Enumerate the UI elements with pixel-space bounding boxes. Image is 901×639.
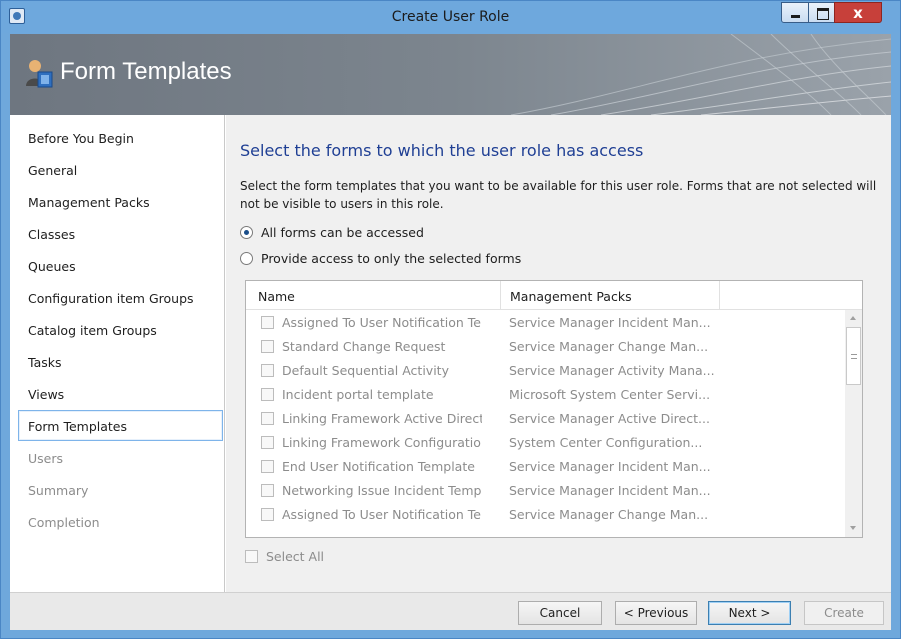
close-button[interactable]: x	[834, 2, 882, 23]
nav-item-queues[interactable]: Queues	[28, 259, 76, 274]
list-item: Networking Issue Incident Temp Service M…	[246, 480, 845, 502]
list-item: Default Sequential Activity Service Mana…	[246, 360, 845, 382]
radio-all-forms[interactable]: All forms can be accessed	[240, 225, 424, 240]
form-name: End User Notification Template	[282, 459, 475, 474]
wizard-nav: Before You Begin General Management Pack…	[10, 115, 225, 592]
scroll-down-arrow-icon[interactable]	[850, 526, 856, 530]
row-checkbox	[261, 316, 274, 329]
checkbox	[245, 550, 258, 563]
title-bar[interactable]: Create User Role x	[1, 1, 900, 33]
nav-item-configuration-item-groups[interactable]: Configuration item Groups	[28, 291, 194, 306]
list-header: Name Management Packs	[246, 281, 862, 310]
create-button: Create	[804, 601, 884, 625]
row-checkbox	[261, 436, 274, 449]
nav-item-completion: Completion	[28, 515, 100, 530]
user-role-icon	[26, 60, 53, 88]
management-pack: Service Manager Incident Man...	[509, 315, 711, 330]
column-header-management-packs[interactable]: Management Packs	[510, 289, 632, 304]
list-item: Incident portal template Microsoft Syste…	[246, 384, 845, 406]
create-user-role-window: Create User Role x Form Templates Before…	[0, 0, 901, 639]
row-checkbox	[261, 388, 274, 401]
management-pack: Service Manager Change Man...	[509, 339, 709, 354]
previous-button[interactable]: < Previous	[615, 601, 697, 625]
management-pack: Service Manager Activity Mana...	[509, 363, 715, 378]
header-decoration	[510, 34, 891, 115]
form-name: Standard Change Request	[282, 339, 446, 354]
radio-button[interactable]	[240, 252, 253, 265]
form-name: Linking Framework Configuratio	[282, 435, 481, 450]
vertical-scrollbar[interactable]	[845, 310, 862, 537]
radio-selected-forms-label: Provide access to only the selected form…	[261, 251, 522, 266]
select-all-checkbox: Select All	[245, 549, 324, 564]
nav-item-summary: Summary	[28, 483, 89, 498]
page-title: Form Templates	[60, 58, 232, 85]
next-button[interactable]: Next >	[708, 601, 791, 625]
nav-item-before-you-begin[interactable]: Before You Begin	[28, 131, 134, 146]
form-name: Networking Issue Incident Temp	[282, 483, 482, 498]
nav-item-catalog-item-groups[interactable]: Catalog item Groups	[28, 323, 157, 338]
maximize-button[interactable]	[808, 2, 835, 23]
nav-item-general[interactable]: General	[28, 163, 77, 178]
row-checkbox	[261, 460, 274, 473]
column-header-name[interactable]: Name	[258, 289, 295, 304]
page-header: Form Templates	[10, 34, 891, 115]
row-checkbox	[261, 412, 274, 425]
nav-item-form-templates[interactable]: Form Templates	[28, 419, 127, 434]
form-templates-page: Select the forms to which the user role …	[226, 115, 891, 592]
management-pack: Service Manager Change Man...	[509, 507, 709, 522]
close-icon: x	[853, 4, 863, 22]
row-checkbox	[261, 364, 274, 377]
list-item: Standard Change Request Service Manager …	[246, 336, 845, 358]
form-name: Default Sequential Activity	[282, 363, 449, 378]
nav-item-users: Users	[28, 451, 64, 466]
scroll-up-arrow-icon[interactable]	[850, 316, 856, 320]
management-pack: Service Manager Incident Man...	[509, 483, 711, 498]
wizard-footer: Cancel < Previous Next > Create	[10, 592, 891, 630]
radio-all-forms-label: All forms can be accessed	[261, 225, 424, 240]
management-pack: System Center Configuration...	[509, 435, 703, 450]
select-all-label: Select All	[266, 549, 325, 564]
form-templates-list: Name Management Packs Assigned To User N…	[245, 280, 863, 538]
nav-item-classes[interactable]: Classes	[28, 227, 75, 242]
column-divider[interactable]	[719, 281, 720, 310]
list-item: End User Notification Template Service M…	[246, 456, 845, 478]
nav-item-tasks[interactable]: Tasks	[28, 355, 62, 370]
form-name: Incident portal template	[282, 387, 434, 402]
radio-selected-forms[interactable]: Provide access to only the selected form…	[240, 251, 521, 266]
row-checkbox	[261, 508, 274, 521]
wizard-content: Before You Begin General Management Pack…	[10, 115, 891, 592]
management-pack: Service Manager Active Direct...	[509, 411, 710, 426]
management-pack: Service Manager Incident Man...	[509, 459, 711, 474]
row-checkbox	[261, 340, 274, 353]
radio-button-checked[interactable]	[240, 226, 253, 239]
window-title: Create User Role	[391, 9, 510, 25]
row-checkbox	[261, 484, 274, 497]
list-item: Assigned To User Notification Te Service…	[246, 504, 845, 526]
form-name: Assigned To User Notification Te	[282, 507, 481, 522]
list-item: Assigned To User Notification Te Service…	[246, 312, 845, 334]
grip-icon	[851, 354, 857, 359]
scrollbar-thumb[interactable]	[846, 327, 861, 385]
form-name: Assigned To User Notification Te	[282, 315, 481, 330]
list-item: Linking Framework Configuratio System Ce…	[246, 432, 845, 454]
nav-item-management-packs[interactable]: Management Packs	[28, 195, 150, 210]
list-item: Linking Framework Active Direct Service …	[246, 408, 845, 430]
section-heading: Select the forms to which the user role …	[240, 141, 644, 160]
management-pack: Microsoft System Center Servi...	[509, 387, 711, 402]
form-name: Linking Framework Active Direct	[282, 411, 482, 426]
cancel-button[interactable]: Cancel	[518, 601, 602, 625]
nav-item-views[interactable]: Views	[28, 387, 64, 402]
minimize-button[interactable]	[781, 2, 809, 23]
section-description: Select the form templates that you want …	[240, 179, 877, 211]
column-divider[interactable]	[500, 281, 501, 310]
